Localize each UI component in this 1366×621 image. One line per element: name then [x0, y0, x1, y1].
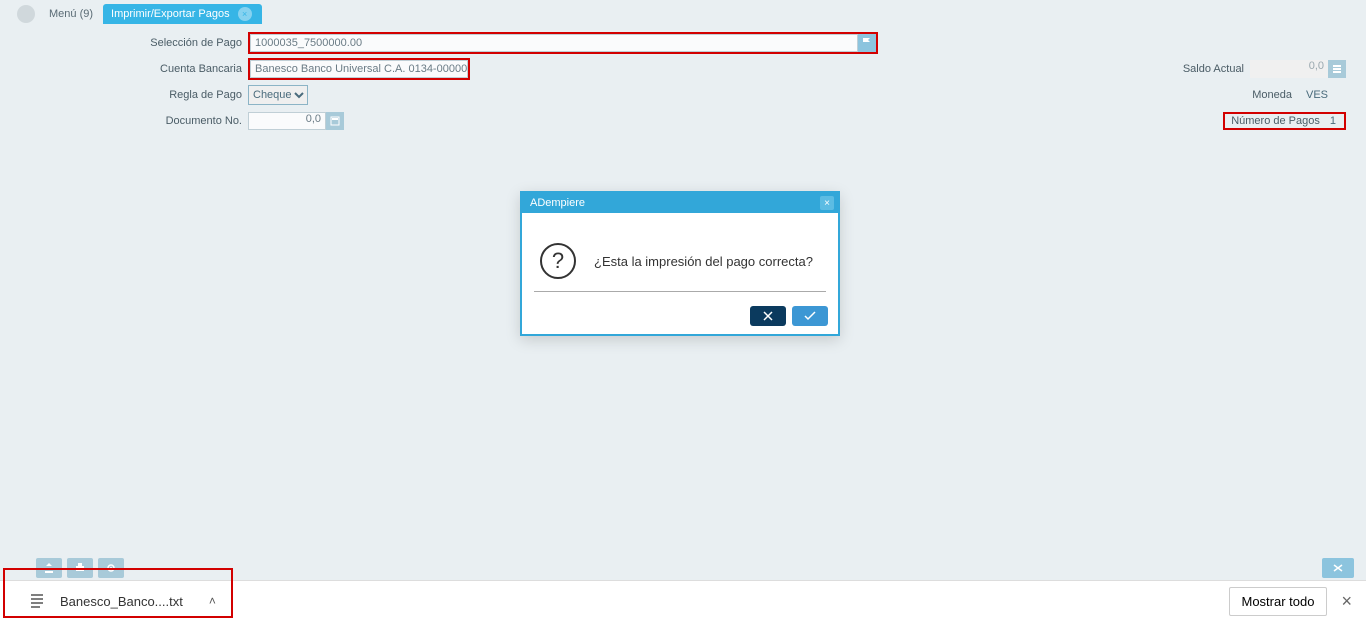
saldo-calc-button[interactable]: [1328, 60, 1346, 78]
tab-label: Imprimir/Exportar Pagos: [111, 8, 230, 20]
download-bar: Banesco_Banco....txt ˄ Mostrar todo ×: [0, 580, 1366, 621]
cuenta-bancaria-input[interactable]: Banesco Banco Universal C.A. 0134-000000…: [250, 60, 468, 78]
tab-menu[interactable]: Menú (9): [41, 4, 103, 24]
toolbar: [0, 556, 1366, 580]
settings-button[interactable]: [98, 558, 124, 578]
print-button[interactable]: [67, 558, 93, 578]
label-saldo-actual: Saldo Actual: [1183, 63, 1250, 75]
gear-icon: [105, 562, 117, 574]
check-icon: [803, 310, 817, 322]
dialog-title: ADempiere: [530, 197, 585, 209]
chevron-up-icon[interactable]: ˄: [209, 594, 216, 608]
dialog-header[interactable]: ADempiere ×: [522, 193, 838, 213]
close-button[interactable]: [1322, 558, 1354, 578]
export-icon: [43, 562, 55, 574]
moneda-value: VES: [1298, 89, 1346, 101]
close-icon[interactable]: ×: [238, 7, 252, 21]
file-icon: [28, 592, 46, 610]
export-button[interactable]: [36, 558, 62, 578]
dialog-message: ¿Esta la impresión del pago correcta?: [594, 254, 813, 269]
calculator-icon: [330, 116, 340, 126]
download-item[interactable]: Banesco_Banco....txt ˄: [14, 586, 230, 616]
download-filename: Banesco_Banco....txt: [60, 594, 183, 609]
tab-imprimir-exportar-pagos[interactable]: Imprimir/Exportar Pagos ×: [103, 4, 262, 24]
documento-no-input[interactable]: 0,0: [248, 112, 326, 130]
documento-calc-button[interactable]: [326, 112, 344, 130]
cancel-button[interactable]: [750, 306, 786, 326]
print-icon: [74, 562, 86, 574]
label-regla-pago: Regla de Pago: [20, 89, 248, 101]
dialog-close-button[interactable]: ×: [820, 196, 834, 210]
close-download-bar-button[interactable]: ×: [1341, 591, 1352, 612]
label-moneda: Moneda: [1252, 89, 1298, 101]
saldo-actual-value: 0,0: [1250, 60, 1328, 78]
regla-pago-select[interactable]: Cheque: [248, 85, 308, 105]
show-all-button[interactable]: Mostrar todo: [1229, 587, 1328, 616]
numero-pagos-value: 1: [1330, 115, 1336, 127]
label-cuenta-bancaria: Cuenta Bancaria: [20, 63, 248, 75]
label-seleccion-pago: Selección de Pago: [20, 37, 248, 49]
flag-icon: [862, 38, 872, 48]
home-button[interactable]: [17, 5, 35, 23]
question-icon: ?: [540, 243, 576, 279]
seleccion-pago-input[interactable]: 1000035_7500000.00: [250, 34, 858, 52]
label-numero-pagos: Número de Pagos: [1231, 115, 1330, 127]
seleccion-pago-lookup-button[interactable]: [858, 34, 876, 52]
close-icon: [1331, 562, 1345, 574]
label-documento-no: Documento No.: [20, 115, 248, 127]
ok-button[interactable]: [792, 306, 828, 326]
database-icon: [1332, 64, 1342, 74]
x-icon: [761, 310, 775, 322]
confirm-dialog: ADempiere × ? ¿Esta la impresión del pag…: [520, 191, 840, 336]
